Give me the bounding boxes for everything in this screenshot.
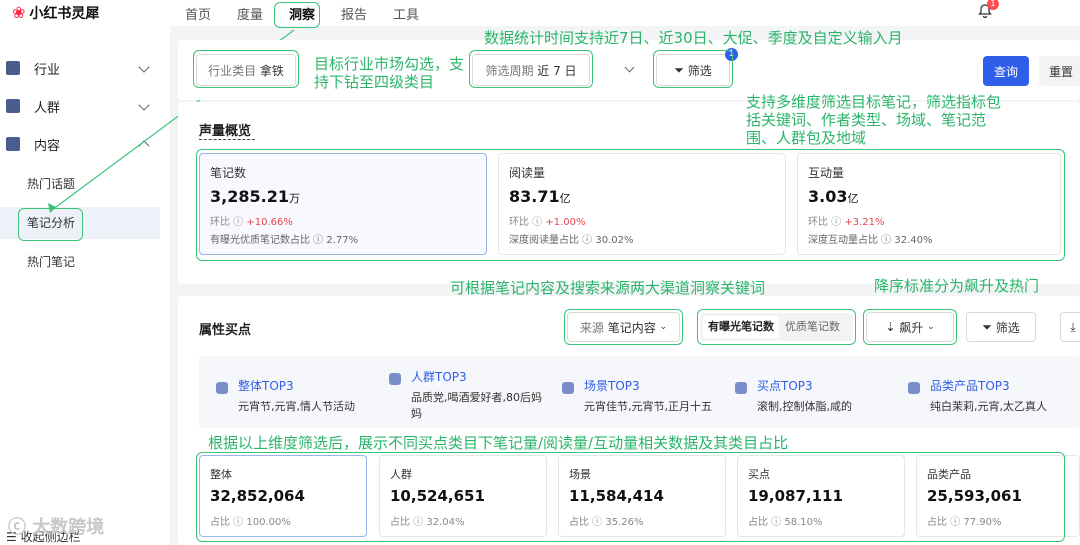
top3-scene[interactable]: 场景TOP3 元宵佳节,元宵节,正月十五 <box>562 377 724 415</box>
top3-selling-point[interactable]: 买点TOP3 滚制,控制体脂,咸的 <box>735 377 887 415</box>
highlight-period <box>469 50 593 88</box>
top3-head: 整体TOP3 <box>238 379 294 393</box>
highlight-volume-cards <box>196 149 1065 261</box>
annotation-sort: 降序标准分为飙升及热门 <box>874 277 1040 295</box>
annotation-industry: 目标行业市场勾选，支持下钻至四级类目 <box>314 55 465 91</box>
annotation-period: 数据统计时间支持近7日、近30日、大促、季度及自定义输入月 <box>484 29 903 47</box>
reset-button[interactable]: 重置 <box>1039 56 1080 86</box>
annotation-filter: 支持多维度筛选目标笔记，筛选指标包括关键词、作者类型、场域、笔记范围、人群包及地… <box>746 93 1002 147</box>
volume-title: 声量概览 <box>199 124 252 139</box>
top3-head: 场景TOP3 <box>584 379 640 393</box>
watermark-logo: ⓒ 大数跨境 <box>8 517 105 538</box>
top3-crowd[interactable]: 人群TOP3 品质党,喝酒爱好者,80后妈妈 <box>389 368 551 422</box>
top3-overall[interactable]: 整体TOP3 元宵节,元宵,情人节活动 <box>216 377 378 415</box>
attributes-title: 属性买点 <box>199 323 252 338</box>
filter-label: 筛选 <box>995 320 1020 335</box>
filter-icon: ⏷ <box>982 319 992 334</box>
top3-desc: 滚制,控制体脂,咸的 <box>757 400 852 413</box>
highlight-source <box>564 309 683 345</box>
annotation-keyword: 可根据笔记内容及搜索来源两大渠道洞察关键词 <box>450 279 766 297</box>
highlight-attr-cards <box>196 452 1065 542</box>
top3-desc: 品质党,喝酒爱好者,80后妈妈 <box>411 391 542 420</box>
crowd-icon <box>389 373 401 385</box>
download-icon: ⤓ <box>1070 319 1076 334</box>
title-underline <box>199 139 255 140</box>
top3-desc: 元宵节,元宵,情人节活动 <box>238 400 355 413</box>
attr-filter-button[interactable]: ⏷ 筛选 <box>966 312 1036 342</box>
product-icon <box>908 382 920 394</box>
top3-head: 买点TOP3 <box>757 379 813 393</box>
overall-icon <box>216 382 228 394</box>
top3-desc: 纯白茉莉,元宵,太乙真人 <box>930 400 1047 413</box>
download-button[interactable]: ⤓ <box>1060 312 1080 342</box>
annotation-cards: 根据以上维度筛选后，展示不同买点类目下笔记量/阅读量/互动量相关数据及其类目占比 <box>208 434 789 452</box>
top3-category[interactable]: 品类产品TOP3 纯白茉莉,元宵,太乙真人 <box>908 377 1070 415</box>
scene-icon <box>562 382 574 394</box>
query-button[interactable]: 查询 <box>983 56 1029 86</box>
highlight-industry <box>193 50 299 88</box>
highlight-toggle <box>697 309 856 345</box>
top3-head: 品类产品TOP3 <box>930 379 1010 393</box>
highlight-filter <box>653 50 733 88</box>
top3-desc: 元宵佳节,元宵节,正月十五 <box>584 400 712 413</box>
location-icon <box>735 382 747 394</box>
top3-head: 人群TOP3 <box>411 370 467 384</box>
highlight-sort <box>863 309 957 345</box>
